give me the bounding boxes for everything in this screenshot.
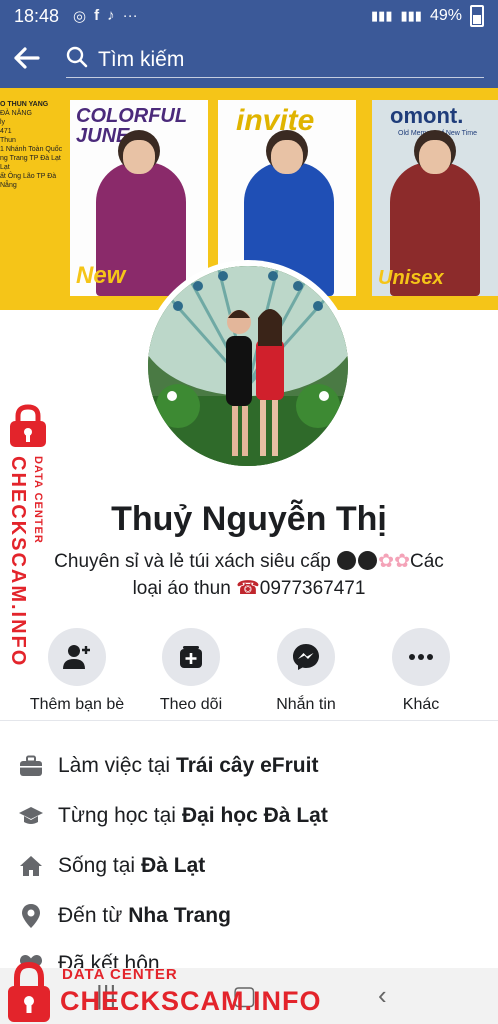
cover-side-text: O THUN YANG ĐÀ NẴNG ly 471 Thun 1 Nhánh … <box>0 100 68 190</box>
home-icon <box>18 853 44 879</box>
location-pin-icon <box>18 903 44 929</box>
watermark-side: CHECKSCAM.INFO DATA CENTER <box>4 404 54 667</box>
back-arrow-icon[interactable] <box>14 46 56 74</box>
cover-side-line: 1 Nhánh Toàn Quốc <box>0 146 63 153</box>
poster-face <box>123 140 155 174</box>
bio-text: Chuyên sỉ và lẻ túi xách siêu cấp <box>54 551 331 572</box>
cover-poster-colorful-june: COLORFUL JUNE New <box>70 100 208 296</box>
info-value: Đà Lạt <box>141 854 206 877</box>
watermark-bottom: DATA CENTER CHECKSCAM.INFO <box>4 960 321 1024</box>
more-icon <box>392 628 450 686</box>
black-circle-icon <box>337 551 357 570</box>
follow-button[interactable]: Theo dõi <box>136 628 246 714</box>
messenger-icon <box>277 628 335 686</box>
search-bar <box>0 32 498 88</box>
cover-side-line: Thun <box>0 137 16 144</box>
search-input[interactable] <box>98 47 484 72</box>
status-bar: 18:48 ◎ f ♪ ··· ▮▮▮ ▮▮▮ 49% <box>0 0 498 32</box>
more-label: Khác <box>402 696 440 713</box>
poster-foot: New <box>76 262 126 289</box>
add-friend-icon <box>48 628 106 686</box>
poster-face <box>419 140 451 174</box>
back-button-icon[interactable]: ‹ <box>378 980 387 1011</box>
briefcase-icon <box>18 753 44 779</box>
poster-face <box>271 140 303 174</box>
message-button[interactable]: Nhắn tin <box>251 628 361 714</box>
info-prefix: Làm việc tại <box>58 754 171 777</box>
info-prefix: Đến từ <box>58 904 123 927</box>
bio-phone: 0977367471 <box>259 578 366 599</box>
flower-icon: ✿ <box>378 551 395 572</box>
search-icon <box>66 46 88 73</box>
cover-poster-omont: omont. Old Memory of New Time Unisex <box>372 100 498 296</box>
facebook-icon: f <box>94 7 100 24</box>
watermark-text: CHECKSCAM.INFO <box>7 456 29 668</box>
telephone-icon: ☎ <box>236 578 260 599</box>
padlock-icon <box>4 960 54 1024</box>
info-value: Trái cây eFruit <box>176 754 319 777</box>
signal-icon: ▮▮▮ <box>371 8 393 23</box>
tiktok-icon: ♪ <box>107 7 115 24</box>
poster-title: invite <box>236 104 315 137</box>
info-lives-in[interactable]: Sống tại Đà Lạt <box>18 846 205 886</box>
graduation-cap-icon <box>18 803 44 829</box>
more-dots-icon: ··· <box>122 7 138 24</box>
info-from[interactable]: Đến từ Nha Trang <box>18 896 231 936</box>
info-education[interactable]: Từng học tại Đại học Đà Lạt <box>18 796 328 836</box>
search-field[interactable] <box>66 42 484 78</box>
info-prefix: Từng học tại <box>58 804 176 827</box>
cover-side-line: 471 <box>0 128 12 135</box>
signal-2-icon: ▮▮▮ <box>400 8 422 23</box>
cover-side-line: O THUN YANG <box>0 101 49 108</box>
divider <box>0 720 498 721</box>
bio-text: loại áo thun <box>132 578 231 599</box>
watermark-text: CHECKSCAM.INFO <box>60 986 322 1016</box>
message-label: Nhắn tin <box>276 696 336 713</box>
follow-label: Theo dõi <box>159 696 223 713</box>
battery-icon <box>470 5 484 27</box>
cover-side-line: ĐÀ NẴNG <box>0 110 32 117</box>
info-value: Đại học Đà Lạt <box>181 804 328 827</box>
more-button[interactable]: Khác <box>366 628 476 714</box>
status-app-icons: ◎ f ♪ ··· <box>73 7 138 25</box>
poster-foot: Unisex <box>378 267 444 289</box>
avatar[interactable] <box>148 266 348 466</box>
info-work[interactable]: Làm việc tại Trái cây eFruit <box>18 746 318 786</box>
status-time: 18:48 <box>14 5 60 26</box>
padlock-icon <box>4 404 52 453</box>
black-circle-icon <box>358 551 378 570</box>
poster-title: omont. <box>390 103 464 128</box>
cover-side-line: ng Trang TP Đà Lạt <box>0 155 61 162</box>
chrome-icon: ◎ <box>73 8 87 25</box>
battery-percent: 49% <box>429 7 462 24</box>
cover-side-line: ly <box>0 119 6 126</box>
follow-icon <box>162 628 220 686</box>
flower-icon: ✿ <box>394 551 411 572</box>
add-friend-label: Thêm bạn bè <box>29 696 125 713</box>
cover-side-line: Lạt <box>0 164 10 171</box>
watermark-small-text: DATA CENTER <box>62 966 178 983</box>
profile-name: Thuỷ Nguyễn Thị <box>111 500 387 538</box>
bio-text: Các <box>410 551 444 572</box>
watermark-small-text: DATA CENTER <box>32 456 44 544</box>
profile-bio: Chuyên sỉ và lẻ túi xách siêu cấp ✿✿Các … <box>30 548 468 602</box>
info-prefix: Sống tại <box>58 854 136 877</box>
cover-side-line: ất Ông Lão TP Đà Nẵng <box>0 173 57 189</box>
info-value: Nha Trang <box>128 904 231 927</box>
